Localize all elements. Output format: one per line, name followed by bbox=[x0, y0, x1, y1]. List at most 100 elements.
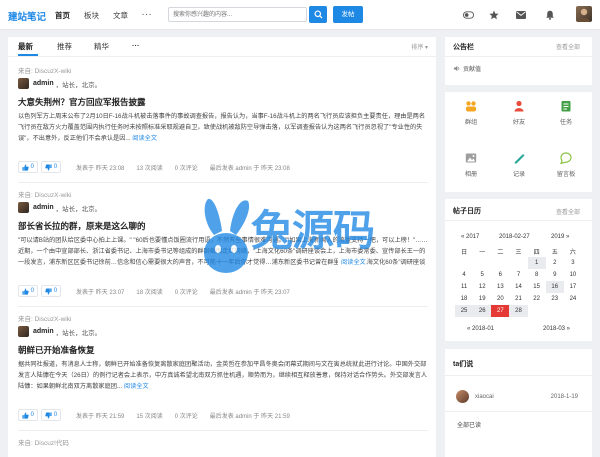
quick-link-record[interactable]: 记录 bbox=[495, 152, 543, 178]
sort-dropdown[interactable]: 排序 ▾ bbox=[411, 42, 428, 51]
calendar-day bbox=[528, 305, 546, 317]
post-time: 发表于 昨天 21:59 bbox=[76, 413, 125, 420]
search-input[interactable] bbox=[168, 7, 307, 22]
post-meta: 0 0 发表于 昨天 23:08 13 次阅读 0 次评论 最后发表 admin… bbox=[18, 160, 428, 174]
post-title[interactable]: 部长省长拉的群，原来是这么聊的 bbox=[18, 220, 146, 232]
calendar-next-year[interactable]: 2019 » bbox=[551, 234, 569, 240]
calendar-day[interactable]: 3 bbox=[564, 257, 582, 269]
like-button[interactable]: 0 bbox=[18, 285, 39, 297]
quick-link-task[interactable]: 任务 bbox=[542, 100, 590, 126]
calendar-day[interactable]: 6 bbox=[491, 269, 509, 281]
calendar-day[interactable]: 14 bbox=[509, 281, 527, 293]
calendar-day[interactable]: 15 bbox=[528, 281, 546, 293]
calendar-view-all[interactable]: 查看全部 bbox=[556, 207, 580, 216]
read-all-link[interactable]: 阅读全文 bbox=[124, 383, 149, 390]
calendar-day[interactable]: 7 bbox=[509, 269, 527, 281]
like-button[interactable]: 0 bbox=[18, 161, 39, 173]
nav-more-button[interactable]: ··· bbox=[142, 10, 153, 21]
bell-icon[interactable] bbox=[544, 9, 556, 21]
weekday: 日 bbox=[461, 249, 468, 256]
calendar-day-today[interactable]: 27 bbox=[491, 305, 510, 317]
post-source[interactable]: 来自: DiscuzX-wiki bbox=[18, 189, 428, 199]
quick-link-album[interactable]: 相册 bbox=[447, 152, 495, 178]
post-comments[interactable]: 0 次评论 bbox=[175, 287, 198, 296]
calendar-day[interactable]: 1 bbox=[527, 257, 546, 269]
dislike-button[interactable]: 0 bbox=[41, 409, 62, 421]
calendar-day[interactable]: 2 bbox=[546, 257, 564, 269]
read-all-link[interactable]: 阅读全文 bbox=[338, 257, 366, 266]
calendar-day[interactable]: 8 bbox=[528, 269, 546, 281]
user-avatar[interactable] bbox=[576, 6, 592, 22]
calendar-day[interactable]: 21 bbox=[509, 293, 527, 305]
calendar-day[interactable]: 10 bbox=[564, 269, 582, 281]
nav-item-articles[interactable]: 文章 bbox=[113, 10, 128, 21]
post-comments[interactable]: 0 次评论 bbox=[175, 411, 198, 420]
quick-link-board[interactable]: 留言板 bbox=[542, 152, 590, 178]
calendar-day[interactable]: 9 bbox=[546, 269, 564, 281]
calendar-day[interactable]: 16 bbox=[545, 281, 564, 293]
post-button[interactable]: 发帖 bbox=[333, 6, 363, 23]
calendar-prev-month[interactable]: « 2018-01 bbox=[467, 326, 494, 332]
author-avatar[interactable] bbox=[18, 326, 29, 337]
calendar-day[interactable]: 28 bbox=[509, 305, 528, 317]
author-name[interactable]: admin bbox=[33, 204, 54, 211]
like-button[interactable]: 0 bbox=[18, 409, 39, 421]
tab-featured[interactable]: 精华 bbox=[94, 41, 109, 52]
post-author: admin ，站长，北京。 bbox=[18, 202, 101, 213]
calendar-day[interactable]: 22 bbox=[528, 293, 546, 305]
calendar-week: 11 12 13 14 15 16 17 bbox=[455, 281, 582, 293]
star-icon[interactable] bbox=[488, 9, 500, 21]
dislike-button[interactable]: 0 bbox=[41, 285, 62, 297]
nav-item-forums[interactable]: 板块 bbox=[84, 10, 99, 21]
calendar-day[interactable]: 25 bbox=[455, 305, 474, 317]
read-all-link[interactable]: 阅读全文 bbox=[132, 135, 157, 142]
calendar-day[interactable]: 4 bbox=[455, 269, 473, 281]
mail-icon[interactable] bbox=[515, 9, 527, 21]
calendar-day[interactable]: 24 bbox=[564, 293, 582, 305]
notice-item[interactable]: 贡献值 bbox=[453, 64, 481, 73]
ta-user-name[interactable]: xiaocai bbox=[475, 394, 494, 400]
calendar-day[interactable]: 5 bbox=[473, 269, 491, 281]
author-name[interactable]: admin bbox=[33, 80, 54, 87]
calendar-day[interactable]: 11 bbox=[455, 281, 473, 293]
tab-more[interactable]: ··· bbox=[132, 41, 140, 50]
board-icon bbox=[560, 152, 572, 164]
quick-link-friend[interactable]: 好友 bbox=[495, 100, 543, 126]
calendar-prev-year[interactable]: « 2017 bbox=[461, 234, 479, 240]
tab-latest[interactable]: 最新 bbox=[18, 41, 33, 52]
ta-user-avatar[interactable] bbox=[456, 390, 469, 403]
calendar-day[interactable]: 20 bbox=[491, 293, 509, 305]
author-avatar[interactable] bbox=[18, 78, 29, 89]
notice-view-all[interactable]: 查看全部 bbox=[556, 42, 580, 51]
post-title[interactable]: 朝鲜已开始准备恢复 bbox=[18, 344, 95, 356]
post-source[interactable]: 来自: Discuz!代码 bbox=[18, 437, 428, 447]
post-title[interactable]: 大意失荆州？官方回应军报告披露 bbox=[18, 96, 146, 108]
theme-toggle-icon[interactable] bbox=[462, 9, 474, 21]
mark-all-read-button[interactable]: 全部已读 bbox=[457, 420, 481, 429]
calendar-day[interactable]: 13 bbox=[491, 281, 509, 293]
author-name[interactable]: admin bbox=[33, 328, 54, 335]
calendar-day[interactable]: 23 bbox=[546, 293, 564, 305]
nav-item-home[interactable]: 首页 bbox=[55, 10, 70, 21]
dislike-button[interactable]: 0 bbox=[41, 161, 62, 173]
calendar-day[interactable]: 18 bbox=[455, 293, 473, 305]
tab-recommended[interactable]: 推荐 bbox=[57, 41, 72, 52]
thumbs-up-icon bbox=[22, 411, 29, 419]
calendar-day[interactable]: 17 bbox=[564, 281, 582, 293]
site-logo[interactable]: 建站笔记 bbox=[8, 9, 46, 23]
search-button[interactable] bbox=[309, 6, 327, 23]
thumbs-up-icon bbox=[22, 287, 29, 295]
post-last-reply: 最后发表 admin 于 昨天 23:07 bbox=[209, 289, 290, 296]
author-avatar[interactable] bbox=[18, 202, 29, 213]
calendar-day[interactable]: 12 bbox=[473, 281, 491, 293]
post-time: 发表于 昨天 23:07 bbox=[76, 289, 125, 296]
calendar-day[interactable]: 19 bbox=[473, 293, 491, 305]
calendar-day bbox=[455, 257, 473, 269]
post-source[interactable]: 来自: DiscuzX-wiki bbox=[18, 65, 428, 75]
calendar-next-month[interactable]: 2018-03 » bbox=[543, 326, 570, 332]
author-meta: ，站长，北京。 bbox=[55, 329, 102, 337]
post-source[interactable]: 来自: DiscuzX-wiki bbox=[18, 313, 428, 323]
calendar-day[interactable]: 26 bbox=[473, 305, 492, 317]
post-comments[interactable]: 0 次评论 bbox=[175, 163, 198, 172]
quick-link-group[interactable]: 群组 bbox=[447, 100, 495, 126]
